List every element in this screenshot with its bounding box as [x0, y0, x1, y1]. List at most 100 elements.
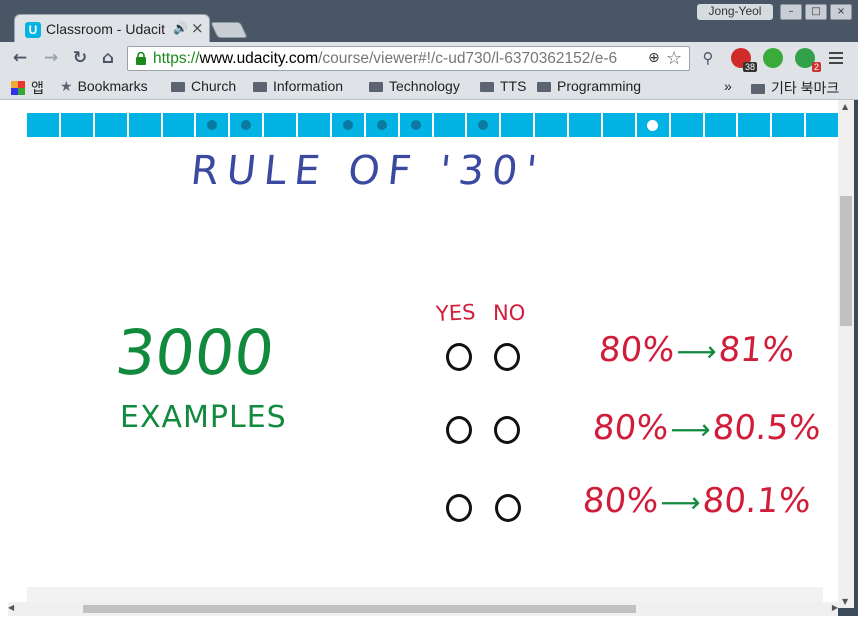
quiz-step-dot — [241, 120, 252, 130]
quiz-step-dot — [376, 120, 387, 130]
progress-segment[interactable] — [95, 113, 129, 137]
accuracy-change-row: 80%⟶80.1% — [581, 481, 812, 521]
scroll-up-icon[interactable]: ▲ — [842, 102, 848, 111]
tab-strip: U Classroom - Udacit 🔊 × Jong-Yeol – □ × — [0, 0, 858, 44]
no-label: NO — [493, 301, 526, 325]
evernote-icon[interactable] — [763, 48, 783, 68]
bookmark-bookmarks[interactable]: ★ Bookmarks — [60, 78, 148, 95]
maximize-button[interactable]: □ — [805, 4, 827, 20]
current-step-dot — [647, 119, 659, 131]
vertical-scrollbar[interactable]: ▲ ▼ — [838, 100, 854, 608]
scroll-right-icon[interactable]: ▶ — [832, 603, 838, 612]
folder-icon — [369, 82, 383, 92]
progress-segment[interactable] — [196, 113, 231, 137]
answer-no-radio[interactable] — [495, 494, 521, 522]
progress-segment[interactable] — [230, 113, 265, 137]
answer-no-radio[interactable] — [494, 416, 520, 444]
bookmark-folder-church[interactable]: Church — [171, 78, 236, 94]
forward-arrow-icon[interactable]: → — [40, 47, 62, 69]
slide-title: RULE OF '30' — [188, 148, 547, 194]
page-margin — [0, 100, 8, 616]
answer-yes-radio[interactable] — [446, 494, 472, 522]
answer-no-radio[interactable] — [494, 343, 520, 371]
folder-icon — [480, 82, 494, 92]
lock-icon — [136, 52, 146, 65]
progress-segment[interactable] — [806, 113, 838, 137]
audio-playing-icon[interactable]: 🔊 — [173, 21, 188, 35]
close-window-button[interactable]: × — [830, 4, 852, 20]
folder-icon — [751, 84, 765, 94]
bookmark-star-icon[interactable]: ☆ — [666, 48, 682, 69]
window-bottom-edge — [0, 616, 858, 625]
tab-classroom[interactable]: U Classroom - Udacit 🔊 × — [14, 14, 210, 44]
back-arrow-icon[interactable]: ← — [9, 47, 31, 69]
profile-name-button[interactable]: Jong-Yeol — [697, 4, 773, 20]
browser-window: U Classroom - Udacit 🔊 × Jong-Yeol – □ ×… — [0, 0, 858, 625]
browser-toolbar: ← → ↻ ⌂ https://www.udacity.com/course/v… — [0, 42, 858, 74]
examples-label: EXAMPLES — [120, 400, 287, 435]
progress-segment[interactable] — [467, 113, 502, 137]
menu-icon[interactable] — [829, 52, 843, 64]
lesson-viewer: RULE OF '30' 3000 EXAMPLES YES NO 80%⟶81… — [8, 100, 838, 608]
tab-title: Classroom - Udacit — [46, 21, 166, 37]
search-icon[interactable]: ⚲ — [697, 47, 719, 69]
progress-segment[interactable] — [705, 113, 739, 137]
progress-segment[interactable] — [27, 113, 61, 137]
folder-icon — [537, 82, 551, 92]
folder-icon — [253, 82, 267, 92]
address-bar[interactable]: https://www.udacity.com/course/viewer#!/… — [127, 46, 690, 71]
right-arrow-icon: ⟶ — [675, 335, 719, 368]
zoom-icon[interactable]: ⊕ — [648, 50, 660, 66]
progress-segment[interactable] — [366, 113, 400, 137]
accuracy-from: 80% — [591, 408, 671, 448]
horizontal-scroll-thumb[interactable] — [83, 605, 636, 613]
url-text: https://www.udacity.com/course/viewer#!/… — [153, 50, 618, 67]
progress-segment[interactable] — [434, 113, 468, 137]
lesson-progress-bar — [27, 113, 838, 137]
bookmark-folder-tts[interactable]: TTS — [480, 78, 526, 94]
bookmark-apps[interactable]: 앱 — [11, 78, 44, 98]
minimize-button[interactable]: – — [780, 4, 802, 20]
progress-segment[interactable] — [569, 113, 603, 137]
scroll-down-icon[interactable]: ▼ — [842, 597, 848, 606]
adblock-icon[interactable]: 38 — [731, 48, 757, 72]
bookmark-folder-information[interactable]: Information — [253, 78, 343, 94]
bookmark-folder-programming[interactable]: Programming — [537, 78, 641, 94]
quiz-step-dot — [207, 120, 218, 130]
progress-segment[interactable] — [603, 113, 637, 137]
quiz-step-dot — [342, 120, 353, 130]
progress-segment[interactable] — [671, 113, 705, 137]
progress-segment[interactable] — [535, 113, 569, 137]
horizontal-scrollbar[interactable]: ◀ ▶ — [8, 602, 838, 616]
accuracy-to: 80.1% — [700, 481, 813, 521]
vertical-scroll-thumb[interactable] — [840, 196, 852, 326]
progress-segment[interactable] — [637, 113, 671, 137]
answer-yes-radio[interactable] — [446, 416, 472, 444]
bookmarks-overflow-chevron[interactable]: » — [724, 78, 732, 94]
progress-segment[interactable] — [400, 113, 434, 137]
progress-segment[interactable] — [61, 113, 95, 137]
accuracy-change-row: 80%⟶81% — [597, 330, 796, 370]
progress-segment[interactable] — [298, 113, 332, 137]
answer-yes-radio[interactable] — [446, 343, 472, 371]
accuracy-from: 80% — [597, 330, 677, 370]
progress-segment[interactable] — [772, 113, 807, 137]
tab-close-icon[interactable]: × — [191, 19, 204, 37]
progress-segment[interactable] — [264, 113, 298, 137]
progress-segment[interactable] — [163, 113, 197, 137]
accuracy-to: 80.5% — [710, 408, 823, 448]
reload-icon[interactable]: ↻ — [69, 47, 91, 69]
progress-segment[interactable] — [332, 113, 366, 137]
bookmark-folder-technology[interactable]: Technology — [369, 78, 460, 94]
home-icon[interactable]: ⌂ — [97, 47, 119, 69]
scroll-left-icon[interactable]: ◀ — [8, 603, 14, 612]
bookmark-folder-other[interactable]: 기타 북마크 — [751, 78, 839, 98]
right-arrow-icon: ⟶ — [659, 486, 703, 519]
progress-segment[interactable] — [738, 113, 773, 137]
accuracy-change-row: 80%⟶80.5% — [591, 408, 822, 448]
extension-icon[interactable]: 2 — [795, 48, 821, 72]
star-icon: ★ — [60, 78, 73, 94]
new-tab-button[interactable] — [210, 22, 248, 38]
progress-segment[interactable] — [129, 113, 163, 137]
progress-segment[interactable] — [501, 113, 536, 137]
